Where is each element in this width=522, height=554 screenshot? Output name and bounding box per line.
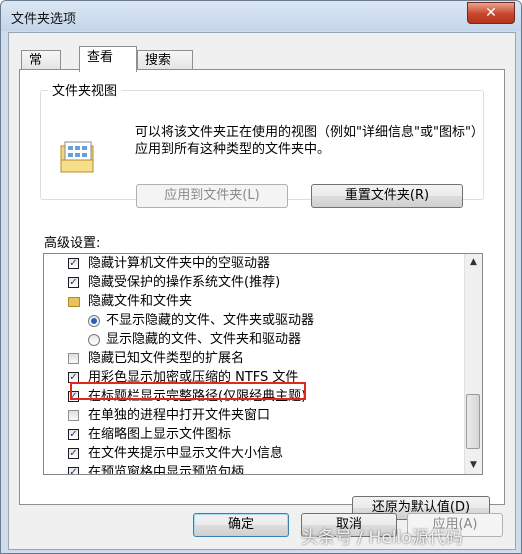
title-bar[interactable]: 文件夹选项 ✕ (1, 1, 521, 31)
close-button[interactable]: ✕ (467, 2, 515, 24)
list-item-label: 在缩略图上显示文件图标 (88, 427, 232, 442)
list-item-label: 隐藏受保护的操作系统文件(推荐) (88, 275, 281, 290)
view-tab-panel: 文件夹视图 可以将该文件夹正在使用的视图（例如"详细信息"或"图标"）应用到所有… (19, 69, 505, 520)
radio-button[interactable] (88, 315, 100, 327)
folder-options-window: 文件夹选项 ✕ 常规 查看 搜索 文件夹视图 可以将该文件夹正在使用的视图（例 (0, 0, 522, 554)
advanced-settings-list[interactable]: ✓ 隐藏计算机文件夹中的空驱动器 ✓ 隐藏受保护的操作系统文件(推荐) 隐藏文件… (43, 253, 483, 475)
checkbox[interactable]: ✓ (68, 448, 79, 459)
list-item-label: 显示隐藏的文件、文件夹和驱动器 (106, 332, 302, 347)
list-scrollbar[interactable]: ▲ ▼ (464, 254, 482, 474)
folder-icon (68, 297, 80, 307)
list-item-label: 在单独的进程中打开文件夹窗口 (88, 408, 271, 423)
list-item-label: 在文件夹提示中显示文件大小信息 (88, 446, 284, 461)
folder-views-description: 可以将该文件夹正在使用的视图（例如"详细信息"或"图标"）应用到所有这种类型的文… (135, 125, 484, 157)
scroll-thumb[interactable] (466, 394, 480, 449)
checkbox[interactable]: ✓ (68, 429, 79, 440)
tab-search[interactable]: 搜索 (137, 50, 193, 70)
dialog-client: 常规 查看 搜索 文件夹视图 可以将该文件夹正在使用的视图（例如"详细信息"或"… (8, 32, 516, 550)
folder-views-title: 文件夹视图 (48, 80, 122, 99)
list-item-label: 不显示隐藏的文件、文件夹或驱动器 (106, 313, 315, 328)
list-item-label: 隐藏已知文件类型的扩展名 (88, 351, 245, 366)
advanced-settings-label: 高级设置: (44, 236, 101, 251)
list-item-label: 隐藏计算机文件夹中的空驱动器 (88, 256, 271, 271)
watermark: 头条号 / Hello源代码 (301, 528, 463, 548)
checkbox[interactable] (68, 353, 79, 364)
checkbox[interactable]: ✓ (68, 467, 79, 474)
list-item-label: 隐藏文件和文件夹 (88, 294, 193, 309)
tab-general[interactable]: 常规 (21, 50, 61, 88)
list-item-label: 在预览窗格中显示预览句柄 (88, 465, 245, 475)
apply-to-folders-button[interactable]: 应用到文件夹(L) (136, 184, 288, 208)
reset-folders-button[interactable]: 重置文件夹(R) (311, 184, 463, 208)
window-title: 文件夹选项 (11, 12, 77, 27)
scroll-down-icon[interactable]: ▼ (465, 457, 482, 474)
checkbox[interactable]: ✓ (68, 277, 79, 288)
checkbox[interactable] (68, 410, 79, 421)
highlight-annotation (70, 382, 306, 400)
tab-view[interactable]: 查看 (79, 46, 137, 72)
ok-button[interactable]: 确定 (193, 513, 289, 537)
scroll-up-icon[interactable]: ▲ (465, 254, 482, 271)
radio-button[interactable] (88, 334, 100, 346)
checkbox[interactable]: ✓ (68, 258, 79, 269)
folder-view-icon (60, 141, 94, 173)
